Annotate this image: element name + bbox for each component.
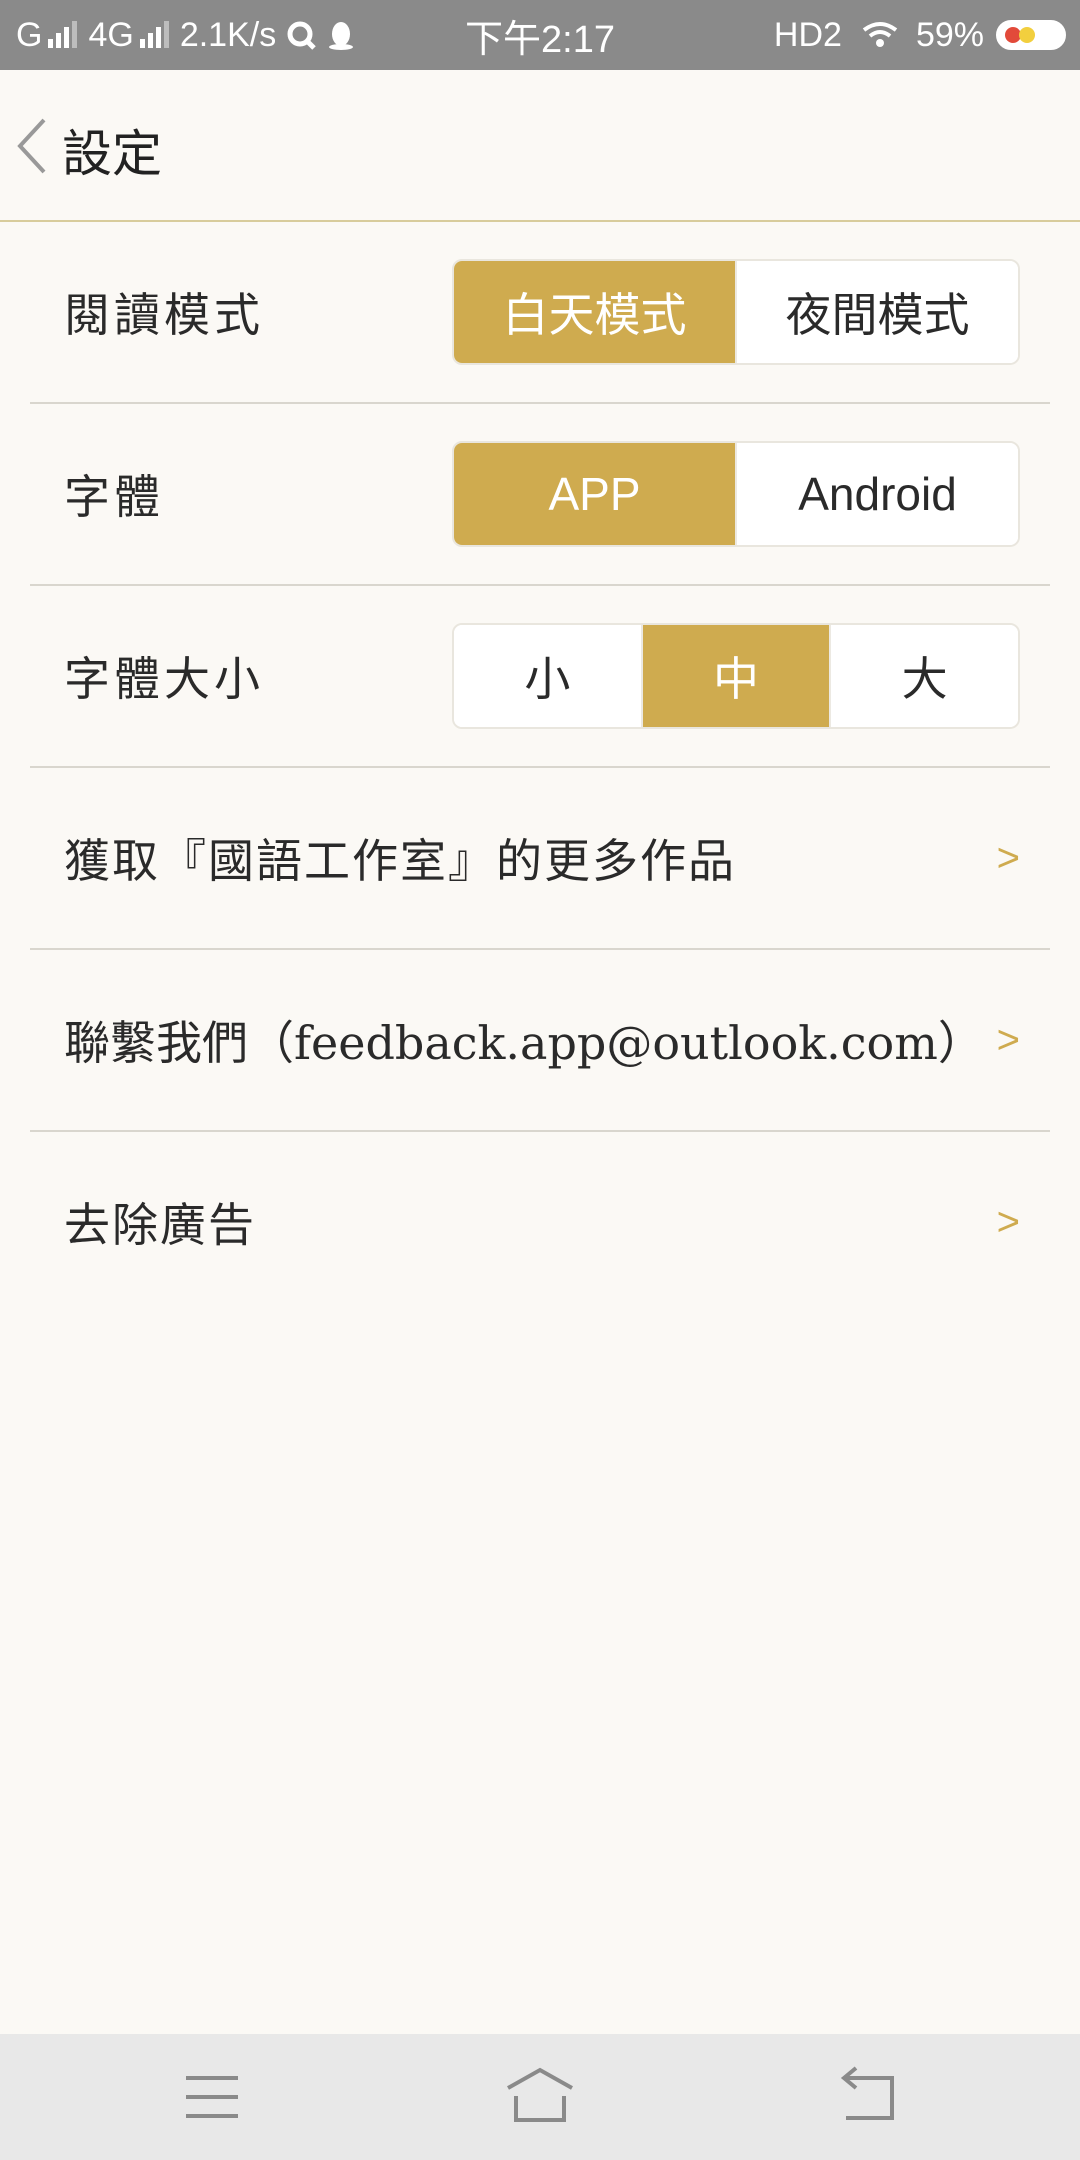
- header: 設定: [0, 70, 1080, 222]
- night-mode-option[interactable]: 夜間模式: [737, 261, 1018, 363]
- chevron-right-icon: >: [996, 835, 1020, 880]
- return-icon[interactable]: [828, 2062, 908, 2132]
- status-bar: G 4G 2.1K/s 下午2:17 HD2 59%: [0, 0, 1080, 70]
- day-mode-option[interactable]: 白天模式: [454, 261, 737, 363]
- font-size-segmented-control: 小 中 大: [452, 623, 1020, 729]
- font-size-medium-option[interactable]: 中: [642, 625, 832, 727]
- system-navigation-bar: [0, 2034, 1080, 2160]
- more-works-label: 獲取『國語工作室』的更多作品: [64, 834, 736, 888]
- font-size-small-option[interactable]: 小: [454, 625, 643, 727]
- font-app-option[interactable]: APP: [454, 443, 737, 545]
- reading-mode-label: 閱讀模式: [64, 288, 264, 342]
- more-works-link[interactable]: 獲取『國語工作室』的更多作品 >: [30, 768, 1050, 950]
- page-title: 設定: [62, 125, 162, 183]
- remove-ads-label: 去除廣告: [64, 1198, 256, 1252]
- font-android-option[interactable]: Android: [737, 443, 1018, 545]
- battery-percent: 59%: [915, 15, 984, 54]
- contact-us-link[interactable]: 聯繫我們（feedback.app@outlook.com） >: [30, 950, 1050, 1132]
- wifi-icon: [862, 22, 898, 47]
- chevron-right-icon: >: [996, 1199, 1020, 1244]
- font-segmented-control: APP Android: [452, 441, 1020, 547]
- back-chevron-icon[interactable]: [14, 116, 50, 176]
- home-icon[interactable]: [500, 2062, 580, 2132]
- menu-icon[interactable]: [172, 2062, 252, 2132]
- font-size-label: 字體大小: [64, 652, 264, 706]
- hd-indicator: HD2: [773, 15, 842, 54]
- reading-mode-segmented-control: 白天模式 夜間模式: [452, 259, 1020, 365]
- font-row: 字體 APP Android: [30, 404, 1050, 586]
- remove-ads-link[interactable]: 去除廣告 >: [30, 1132, 1050, 1312]
- chevron-right-icon: >: [996, 1017, 1020, 1062]
- font-size-row: 字體大小 小 中 大: [30, 586, 1050, 768]
- reading-mode-row: 閱讀模式 白天模式 夜間模式: [30, 222, 1050, 404]
- battery-icon: [996, 20, 1066, 50]
- status-right: HD2 59%: [774, 0, 1066, 70]
- clock: 下午2:17: [465, 18, 615, 61]
- font-label: 字體: [64, 470, 164, 524]
- contact-us-label: 聯繫我們（feedback.app@outlook.com）: [64, 1016, 984, 1070]
- font-size-large-option[interactable]: 大: [831, 625, 1018, 727]
